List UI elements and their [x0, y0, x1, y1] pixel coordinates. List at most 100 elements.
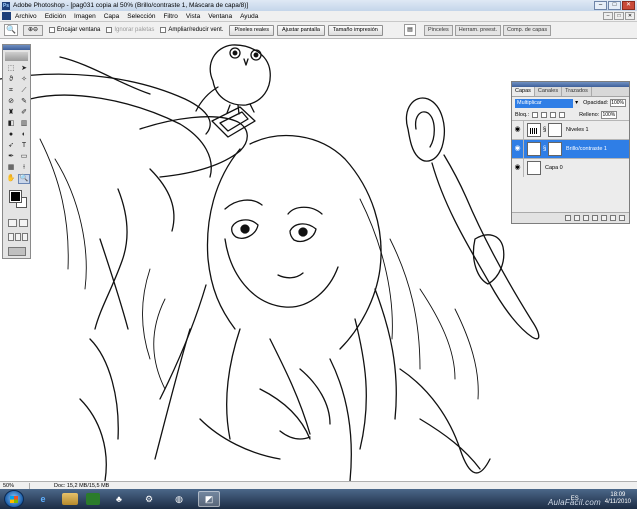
zoom-tool-icon[interactable]: 🔍: [18, 174, 30, 184]
link-layers-icon[interactable]: [565, 215, 571, 221]
slice-tool-icon[interactable]: ⟋: [18, 86, 30, 96]
layer-mask-thumbnail[interactable]: [548, 123, 562, 137]
quick-mask-icon[interactable]: [19, 219, 28, 227]
dodge-tool-icon[interactable]: ◐: [18, 130, 30, 140]
fill-field[interactable]: 100%: [601, 110, 618, 119]
minimize-button[interactable]: –: [594, 1, 607, 10]
dock-tab-tool-presets[interactable]: Herram. preest.: [454, 24, 502, 36]
eraser-tool-icon[interactable]: ◧: [5, 119, 17, 129]
layer-style-icon[interactable]: [574, 215, 580, 221]
internet-explorer-icon[interactable]: e: [32, 491, 54, 507]
tools-panel: ⬚ ➤ ϑ ✧ ⌗ ⟋ ⊘ ✎ ♜ ✐ ◧ ▥ ● ◐ ➶ T ✒ ▭ ▦ ⟊ …: [2, 44, 31, 259]
dock-tab-layer-comps[interactable]: Comp. de capas: [503, 24, 552, 36]
menu-ventana[interactable]: Ventana: [208, 13, 232, 20]
lock-fill-row: Bloq.: Relleno: 100%: [512, 109, 629, 120]
brush-tool-icon[interactable]: ✎: [18, 97, 30, 107]
menu-imagen[interactable]: Imagen: [74, 13, 96, 20]
menu-seleccion[interactable]: Selección: [127, 13, 155, 20]
blur-tool-icon[interactable]: ●: [5, 130, 17, 140]
games-icon[interactable]: ♣: [108, 491, 130, 507]
layer-row-base[interactable]: ◉ Capa 0: [512, 158, 629, 177]
lock-pixels-icon[interactable]: [541, 111, 548, 118]
tab-layers[interactable]: Capas: [512, 87, 535, 96]
actual-pixels-button[interactable]: Píxeles reales: [229, 24, 274, 36]
zoom-mode-buttons[interactable]: ⊕⊖: [23, 24, 43, 36]
history-brush-icon[interactable]: ✐: [18, 108, 30, 118]
network-icon[interactable]: ⚙: [138, 491, 160, 507]
folder-icon[interactable]: [62, 493, 78, 505]
lock-position-icon[interactable]: [550, 111, 557, 118]
shape-tool-icon[interactable]: ▭: [18, 152, 30, 162]
hand-tool-icon[interactable]: ✋: [5, 174, 17, 184]
new-layer-icon[interactable]: [610, 215, 616, 221]
tab-channels[interactable]: Canales: [535, 87, 563, 96]
screen-mode-standard-icon[interactable]: [8, 233, 14, 241]
menu-archivo[interactable]: Archivo: [15, 13, 37, 20]
menu-filtro[interactable]: Filtro: [163, 13, 177, 20]
layers-panel-footer: [512, 212, 629, 223]
zoom-resize-checkbox[interactable]: Ampliar/reducir vent.: [160, 27, 223, 33]
menu-edicion[interactable]: Edición: [45, 13, 66, 20]
dock-tab-brushes[interactable]: Pinceles: [424, 24, 453, 36]
eyedropper-icon[interactable]: ⟊: [18, 163, 30, 173]
pen-tool-icon[interactable]: ✒: [5, 152, 17, 162]
opacity-field[interactable]: 100%: [610, 99, 626, 107]
close-button[interactable]: ✕: [622, 1, 635, 10]
move-tool-icon[interactable]: ➤: [18, 64, 30, 74]
layer-row-brightness-contrast[interactable]: ◉ § Brillo/contraste 1: [512, 139, 629, 158]
gradient-tool-icon[interactable]: ▥: [18, 119, 30, 129]
zoom-level[interactable]: 50%: [0, 482, 30, 489]
file-browser-icon[interactable]: ▤: [404, 24, 416, 36]
chrome-icon[interactable]: ◍: [168, 491, 190, 507]
zoom-icon[interactable]: 🔍: [4, 24, 18, 36]
ignore-palettes-checkbox: Ignorar paletas: [106, 27, 154, 33]
path-selection-icon[interactable]: ➶: [5, 141, 17, 151]
new-set-icon[interactable]: [592, 215, 598, 221]
start-button[interactable]: [4, 490, 24, 508]
menu-ayuda[interactable]: Ayuda: [240, 13, 258, 20]
tools-logo[interactable]: [5, 52, 28, 61]
healing-brush-icon[interactable]: ⊘: [5, 97, 17, 107]
menu-vista[interactable]: Vista: [186, 13, 200, 20]
jump-to-imageready-icon[interactable]: [8, 247, 26, 256]
tab-paths[interactable]: Trazados: [562, 87, 592, 96]
magic-wand-icon[interactable]: ✧: [18, 75, 30, 85]
clock[interactable]: 18:09 4/11/2010: [605, 492, 631, 506]
doc-minimize-button[interactable]: –: [603, 12, 613, 20]
eye-icon[interactable]: ◉: [512, 121, 524, 139]
standard-mode-icon[interactable]: [8, 219, 17, 227]
screen-mode-full-icon[interactable]: [22, 233, 28, 241]
doc-restore-button[interactable]: □: [614, 12, 624, 20]
new-adjustment-layer-icon[interactable]: [601, 215, 607, 221]
watermark-logo: AulaFacil.com: [548, 498, 601, 507]
clone-stamp-icon[interactable]: ♜: [5, 108, 17, 118]
menu-capa[interactable]: Capa: [104, 13, 120, 20]
screen-mode-full-menu-icon[interactable]: [15, 233, 21, 241]
eye-icon[interactable]: ◉: [512, 159, 524, 177]
lock-transparency-icon[interactable]: [532, 111, 539, 118]
lock-all-icon[interactable]: [559, 111, 566, 118]
trash-icon[interactable]: [619, 215, 625, 221]
tools-panel-titlebar[interactable]: [3, 45, 30, 50]
foreground-color-swatch[interactable]: [9, 190, 22, 203]
blend-mode-select[interactable]: Multiplicar: [515, 98, 581, 108]
fit-screen-button[interactable]: Ajustar pantalla: [276, 24, 325, 36]
marquee-tool-icon[interactable]: ⬚: [5, 64, 17, 74]
notes-tool-icon[interactable]: ▦: [5, 163, 17, 173]
girl-sketch: [154, 134, 397, 481]
media-player-icon[interactable]: [86, 493, 100, 505]
window-title: Adobe Photoshop - [pag031 copia al 50% (…: [13, 2, 249, 9]
ps-menu-icon[interactable]: [2, 12, 11, 20]
crop-tool-icon[interactable]: ⌗: [5, 86, 17, 96]
layer-row-levels[interactable]: ◉ § Niveles 1: [512, 120, 629, 139]
resize-window-checkbox[interactable]: Encajar ventana: [49, 27, 100, 33]
doc-close-button[interactable]: ✕: [625, 12, 635, 20]
type-tool-icon[interactable]: T: [18, 141, 30, 151]
add-mask-icon[interactable]: [583, 215, 589, 221]
maximize-button[interactable]: □: [608, 1, 621, 10]
layer-mask-thumbnail[interactable]: [548, 142, 562, 156]
eye-icon[interactable]: ◉: [512, 140, 524, 158]
lasso-tool-icon[interactable]: ϑ: [5, 75, 17, 85]
print-size-button[interactable]: Tamaño impresión: [327, 24, 383, 36]
photoshop-task-icon[interactable]: ◩: [198, 491, 220, 507]
